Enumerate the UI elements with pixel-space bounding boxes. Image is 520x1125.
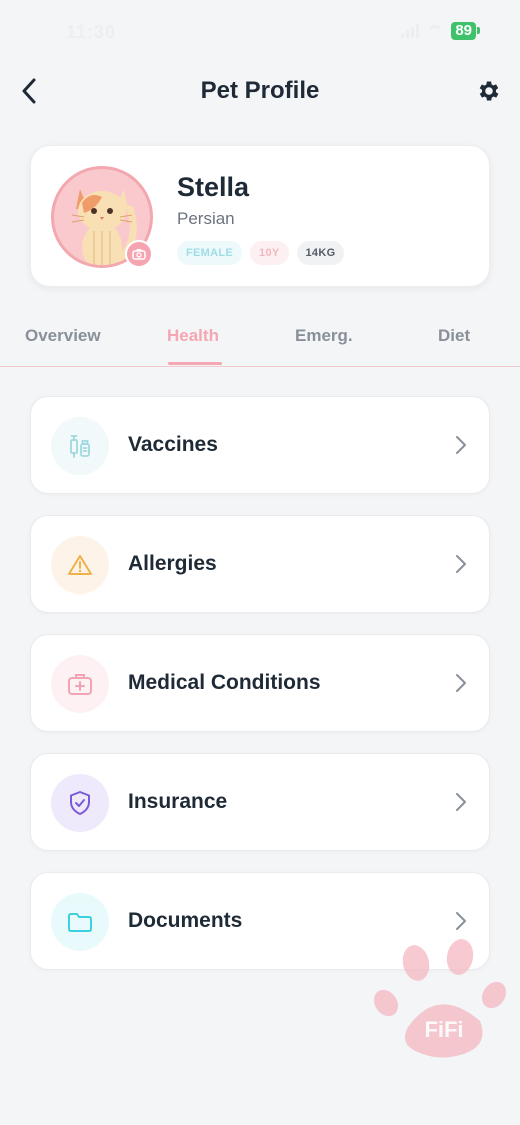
pet-name: Stella [177,172,250,202]
status-time: 11:30 [66,22,117,42]
pet-profile-screen: 11:30 89 Pet Profile Stella Persian FEMA… [0,0,520,1125]
chevron-right-icon [456,912,466,930]
status-bar: 11:30 89 [0,0,520,62]
pet-profile-card: Stella Persian FEMALE 10Y 14KG [30,145,490,287]
tab-overview[interactable]: Overview [25,326,101,346]
list-item-medical-conditions[interactable]: Medical Conditions [30,634,490,732]
active-tab-indicator [168,362,222,365]
chevron-right-icon [456,793,466,811]
list-item-insurance[interactable]: Insurance [30,753,490,851]
status-icons: 89 [401,22,480,40]
header: Pet Profile [0,62,520,120]
battery-indicator: 89 [451,22,480,40]
signal-icon [401,24,420,38]
list-item-label: Medical Conditions [128,671,321,694]
list-item-label: Vaccines [128,433,218,456]
gear-icon [479,81,499,101]
list-item-vaccines[interactable]: Vaccines [30,396,490,494]
warning-icon [51,536,109,594]
shield-check-icon [51,774,109,832]
tab-health[interactable]: Health [167,326,219,346]
weight-tag: 14KG [296,241,345,265]
chevron-right-icon [456,436,466,454]
change-photo-button[interactable] [125,240,153,268]
pet-breed: Persian [177,209,235,228]
tab-emergency[interactable]: Emerg. [295,326,353,346]
chevron-right-icon [456,674,466,692]
gender-tag: FEMALE [177,241,243,265]
syringe-icon [51,417,109,475]
folder-icon [51,893,109,951]
medical-kit-icon [51,655,109,713]
tab-diet[interactable]: Diet [438,326,470,346]
profile-tabs: Overview Health Emerg. Diet [0,310,520,367]
paw-watermark-icon: FiFi [373,939,507,1058]
settings-button[interactable] [474,76,504,106]
age-tag: 10Y [250,241,289,265]
list-item-label: Insurance [128,790,228,813]
list-item-allergies[interactable]: Allergies [30,515,490,613]
list-item-label: Allergies [128,552,217,575]
watermark-text: FiFi [424,1017,463,1042]
page-title: Pet Profile [200,77,320,104]
wifi-icon [427,25,444,37]
camera-icon [132,249,146,260]
pet-tags: FEMALE 10Y 14KG [177,241,345,265]
chevron-right-icon [456,555,466,573]
list-item-label: Documents [128,909,243,932]
